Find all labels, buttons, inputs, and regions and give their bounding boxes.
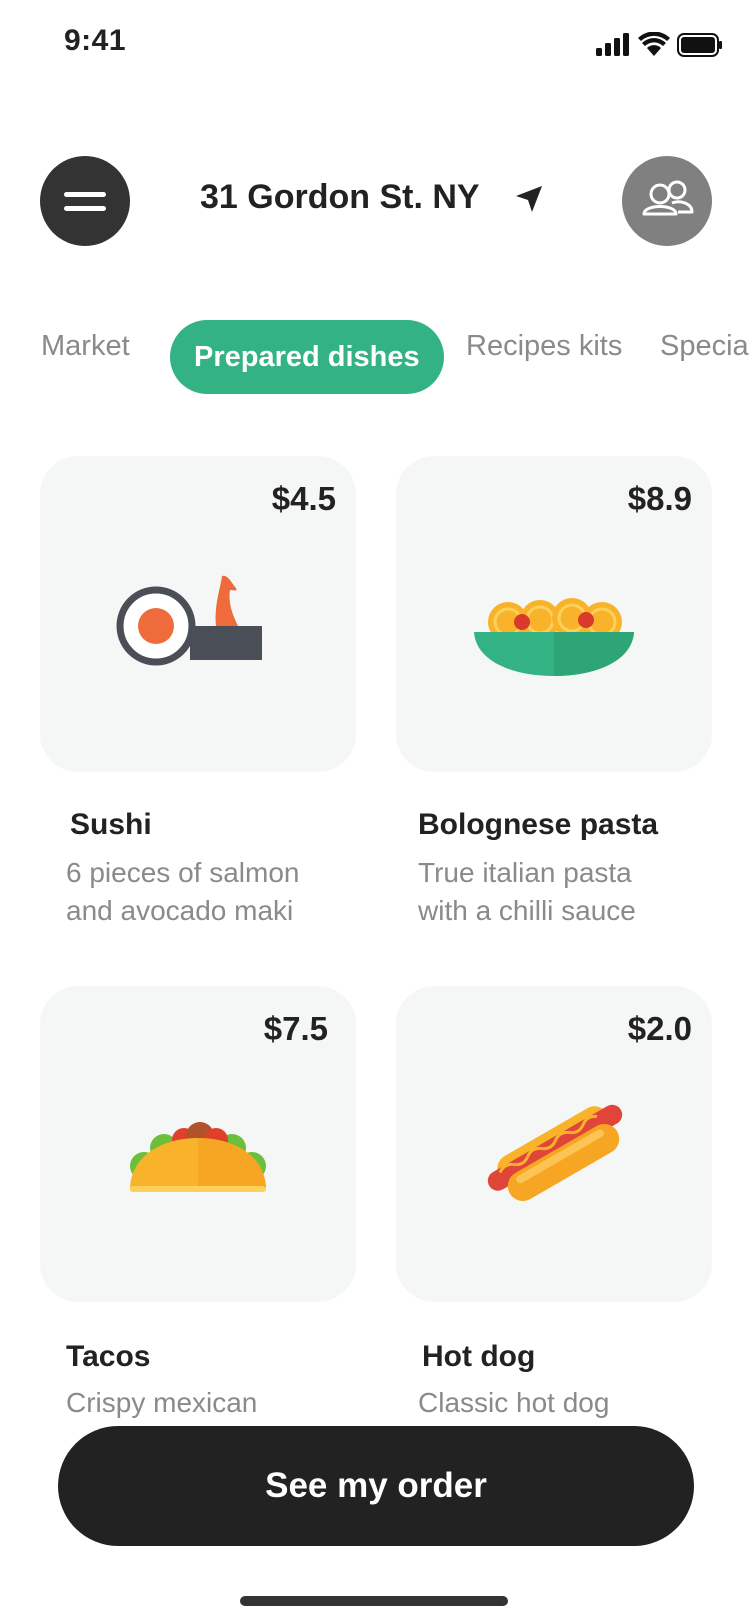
- sushi-icon: [116, 575, 262, 666]
- see-order-button[interactable]: See my order: [58, 1426, 694, 1546]
- dish-price: $2.0: [627, 1010, 692, 1047]
- dish-name: Sushi: [70, 808, 152, 841]
- signal-icon: [596, 33, 629, 56]
- dish-price: $7.5: [263, 1010, 328, 1047]
- dish-description: True italian pasta with a chilli sauce: [418, 857, 636, 926]
- hotdog-icon: [487, 1104, 623, 1201]
- location-arrow-icon[interactable]: [514, 184, 544, 214]
- dish-name: Hot dog: [422, 1340, 536, 1373]
- dish-description: Classic hot dog: [418, 1387, 610, 1418]
- dish-description: Crispy mexican: [66, 1387, 258, 1418]
- tab-recipes-kits[interactable]: Recipes kits: [466, 330, 622, 363]
- dish-card-bolognese-pasta[interactable]: $8.9: [396, 456, 712, 772]
- dish-price: $4.5: [271, 480, 336, 517]
- dish-card-sushi[interactable]: $4.5: [40, 456, 356, 772]
- tab-special[interactable]: Specia: [660, 330, 749, 363]
- dish-card-tacos[interactable]: $7.5: [40, 986, 356, 1302]
- dish-name: Tacos: [66, 1340, 151, 1373]
- dish-description: 6 pieces of salmon and avocado maki: [66, 857, 300, 926]
- tab-market[interactable]: Market: [41, 330, 130, 363]
- status-time: 9:41: [64, 24, 127, 57]
- people-icon: [642, 180, 694, 216]
- home-indicator[interactable]: [240, 1596, 508, 1606]
- wifi-icon: [638, 32, 670, 56]
- dish-card-hot-dog[interactable]: $2.0: [396, 986, 712, 1302]
- menu-button[interactable]: [40, 156, 130, 246]
- taco-icon: [130, 1122, 266, 1192]
- battery-icon: [677, 33, 722, 57]
- status-icons: [596, 32, 722, 57]
- pasta-icon: [474, 598, 634, 676]
- profile-button[interactable]: [622, 156, 712, 246]
- delivery-address[interactable]: 31 Gordon St. NY: [200, 178, 480, 217]
- tab-prepared-dishes[interactable]: Prepared dishes: [170, 320, 444, 394]
- dish-price: $8.9: [627, 480, 692, 517]
- dish-name: Bolognese pasta: [418, 808, 659, 841]
